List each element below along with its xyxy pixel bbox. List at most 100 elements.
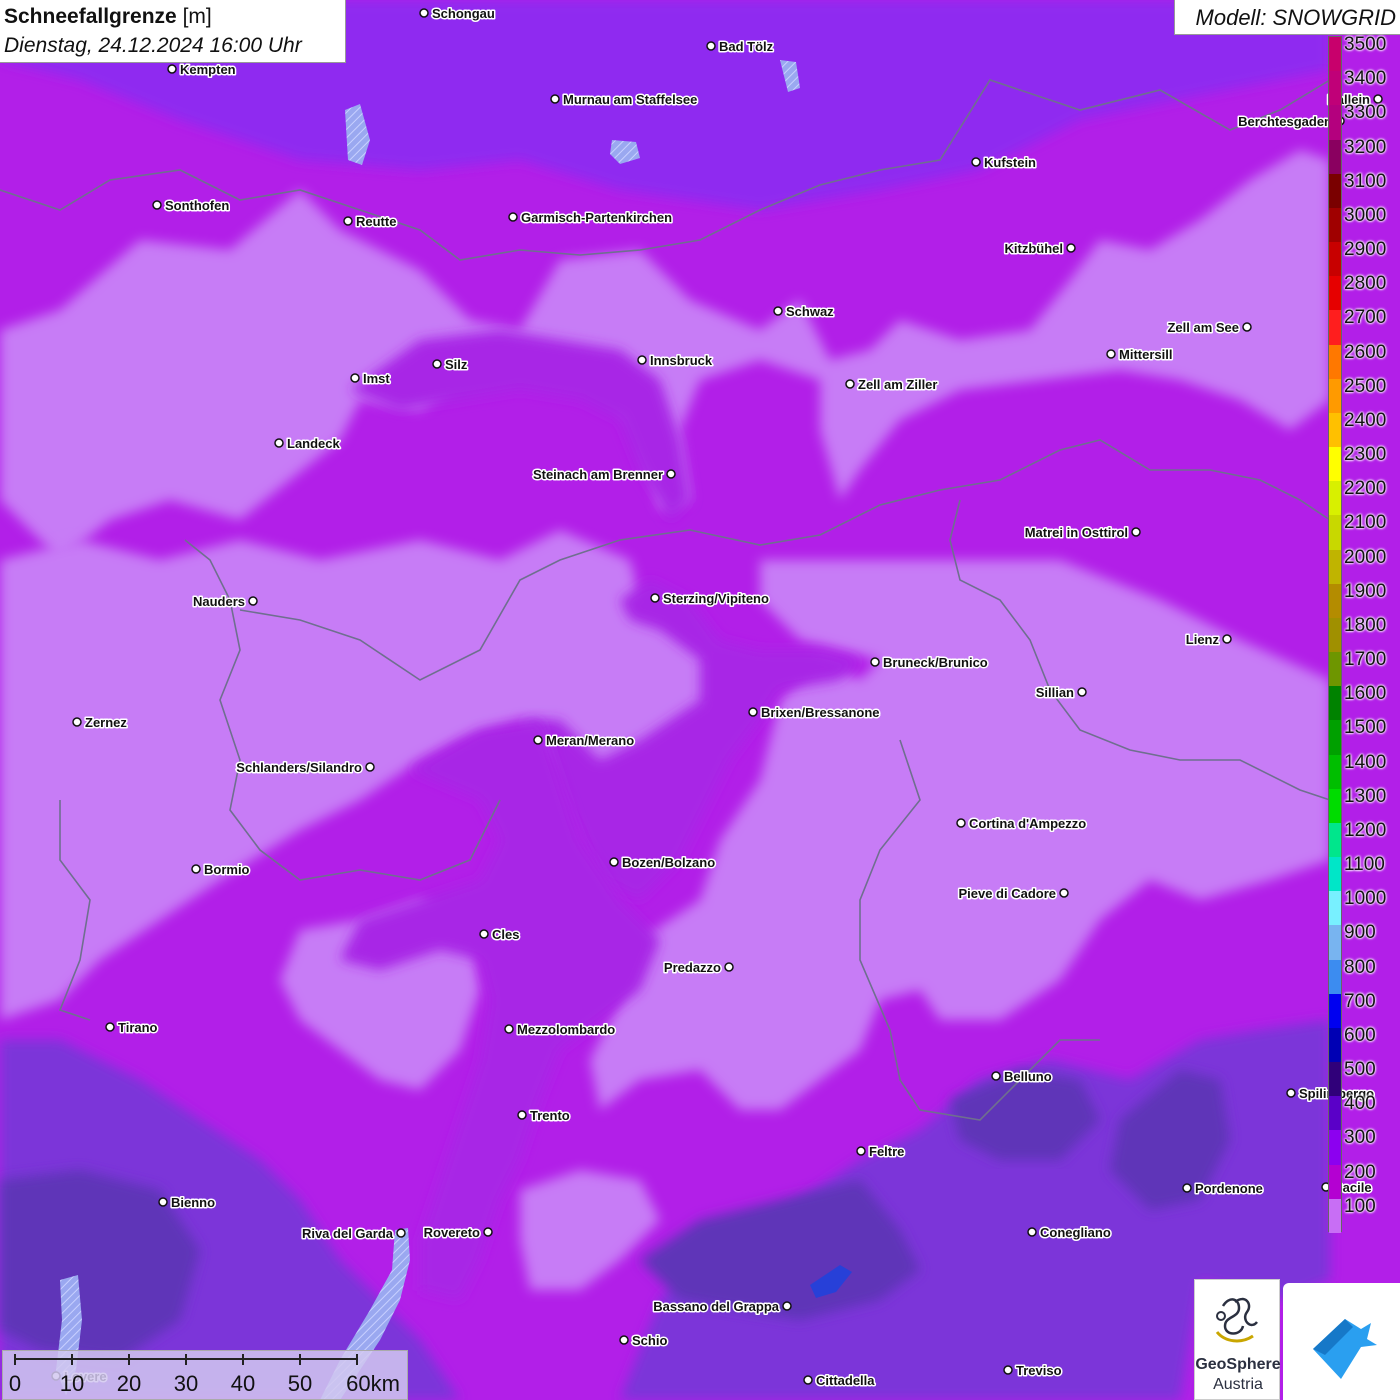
legend-label: 600 <box>1344 1024 1376 1046</box>
city-marker: Zell am Ziller <box>845 376 939 394</box>
city-label: Bienno <box>171 1195 215 1210</box>
city-dot-icon <box>72 717 82 727</box>
legend-swatch <box>1329 207 1341 243</box>
city-marker: Garmisch-Partenkirchen <box>508 209 674 227</box>
legend-swatch <box>1329 891 1341 926</box>
legend-label: 3300 <box>1344 102 1387 124</box>
scale-bar-label: 10 <box>59 1371 85 1396</box>
city-dot-icon <box>1106 349 1116 359</box>
city-dot-icon <box>350 373 360 383</box>
scale-bar-label: 60km <box>346 1371 400 1396</box>
city-dot-icon <box>956 818 966 828</box>
geosphere-austria-logo[interactable]: GeoSphere Austria <box>1194 1279 1281 1400</box>
legend-swatch <box>1329 959 1341 995</box>
legend-label: 3200 <box>1344 136 1387 158</box>
city-label: Treviso <box>1016 1363 1062 1378</box>
city-label: Matrei in Osttirol <box>1025 525 1128 540</box>
city-label: Cortina d'Ampezzo <box>969 816 1086 831</box>
city-label: Nauders <box>193 594 245 609</box>
city-marker: Murnau am Staffelsee <box>550 91 699 109</box>
city-dot-icon <box>650 593 660 603</box>
city-marker: Bassano del Grappa <box>652 1298 792 1316</box>
city-dot-icon <box>152 200 162 210</box>
city-marker: Riva del Garda <box>300 1225 406 1243</box>
legend-swatch <box>1329 1164 1341 1200</box>
city-label: Schlanders/Silandro <box>236 760 362 775</box>
legend-swatch <box>1329 1198 1341 1234</box>
city-dot-icon <box>432 359 442 369</box>
city-dot-icon <box>971 157 981 167</box>
city-dot-icon <box>1286 1088 1296 1098</box>
scale-bar-label: 40 <box>230 1371 256 1396</box>
city-dot-icon <box>1003 1365 1013 1375</box>
city-marker: Sterzing/Vipiteno <box>650 590 770 608</box>
legend-swatch <box>1329 242 1341 277</box>
city-label: Trento <box>530 1108 570 1123</box>
legend-color-bar <box>1328 36 1342 1234</box>
legend-label: 100 <box>1344 1195 1376 1217</box>
scale-bar-label: 50 <box>287 1371 313 1396</box>
legend-label: 1800 <box>1344 614 1387 636</box>
city-dot-icon <box>504 1024 514 1034</box>
city-label: Cles <box>492 927 519 942</box>
city-dot-icon <box>1242 322 1252 332</box>
city-marker: Matrei in Osttirol <box>1023 524 1141 542</box>
city-marker: Schlanders/Silandro <box>235 759 375 777</box>
legend-swatch <box>1329 276 1341 311</box>
city-dot-icon <box>773 306 783 316</box>
legend-label: 2300 <box>1344 444 1387 466</box>
city-label: Brixen/Bressanone <box>761 705 880 720</box>
city-dot-icon <box>1182 1183 1192 1193</box>
legend-swatch <box>1329 1130 1341 1166</box>
legend-label: 3400 <box>1344 68 1387 90</box>
legend-swatch <box>1329 720 1341 756</box>
color-legend: 3500 3400 3300 3200 3100 3000 2900 2800 2700 2600… <box>1328 34 1400 1234</box>
city-marker: Conegliano <box>1027 1224 1112 1242</box>
legend-label: 1200 <box>1344 819 1387 841</box>
city-label: Sillian <box>1036 685 1074 700</box>
city-dot-icon <box>782 1301 792 1311</box>
city-label: Murnau am Staffelsee <box>563 92 697 107</box>
city-dot-icon <box>803 1375 813 1385</box>
city-label: Pieve di Cadore <box>958 886 1056 901</box>
scale-bar-label: 20 <box>116 1371 142 1396</box>
weather-app-logo[interactable] <box>1283 1283 1400 1400</box>
geosphere-logo-line1: GeoSphere <box>1195 1356 1281 1373</box>
city-dot-icon <box>419 8 429 18</box>
city-label: Belluno <box>1004 1069 1052 1084</box>
city-marker: Brixen/Bressanone <box>748 704 881 722</box>
scale-bar-label: 30 <box>173 1371 199 1396</box>
city-label: Zernez <box>85 715 127 730</box>
city-label: Bozen/Bolzano <box>622 855 715 870</box>
legend-label: 1600 <box>1344 683 1387 705</box>
map-datetime: Dienstag, 24.12.2024 16:00 Uhr <box>4 34 302 57</box>
city-dot-icon <box>991 1071 1001 1081</box>
city-dot-icon <box>1066 243 1076 253</box>
legend-label: 2500 <box>1344 375 1387 397</box>
legend-label: 1700 <box>1344 649 1387 671</box>
city-dot-icon <box>167 64 177 74</box>
map-title: Schneefallgrenze <box>4 5 177 28</box>
city-dot-icon <box>1027 1227 1037 1237</box>
legend-swatch <box>1329 71 1341 106</box>
city-label: Zell am Ziller <box>858 377 937 392</box>
city-label: Meran/Merano <box>546 733 634 748</box>
city-label: Innsbruck <box>650 353 713 368</box>
city-label: Riva del Garda <box>302 1226 394 1241</box>
city-marker: Zell am See <box>1166 319 1252 337</box>
city-label: Schongau <box>432 6 495 21</box>
city-label: Bormio <box>204 862 250 877</box>
legend-label: 1300 <box>1344 785 1387 807</box>
city-dot-icon <box>158 1197 168 1207</box>
snowfall-line-map: Schongau Bad Tölz Kempten Murnau am Staffel… <box>0 0 1400 1400</box>
app-arrow-icon <box>1313 1319 1377 1379</box>
city-marker: Cortina d'Ampezzo <box>956 815 1088 833</box>
city-label: Landeck <box>287 436 341 451</box>
legend-swatch <box>1329 412 1341 448</box>
legend-swatch <box>1329 1096 1341 1131</box>
city-label: Sterzing/Vipiteno <box>663 591 769 606</box>
legend-label: 2200 <box>1344 478 1387 500</box>
city-label: Lienz <box>1186 632 1220 647</box>
city-dot-icon <box>365 762 375 772</box>
legend-label: 3500 <box>1344 34 1387 55</box>
